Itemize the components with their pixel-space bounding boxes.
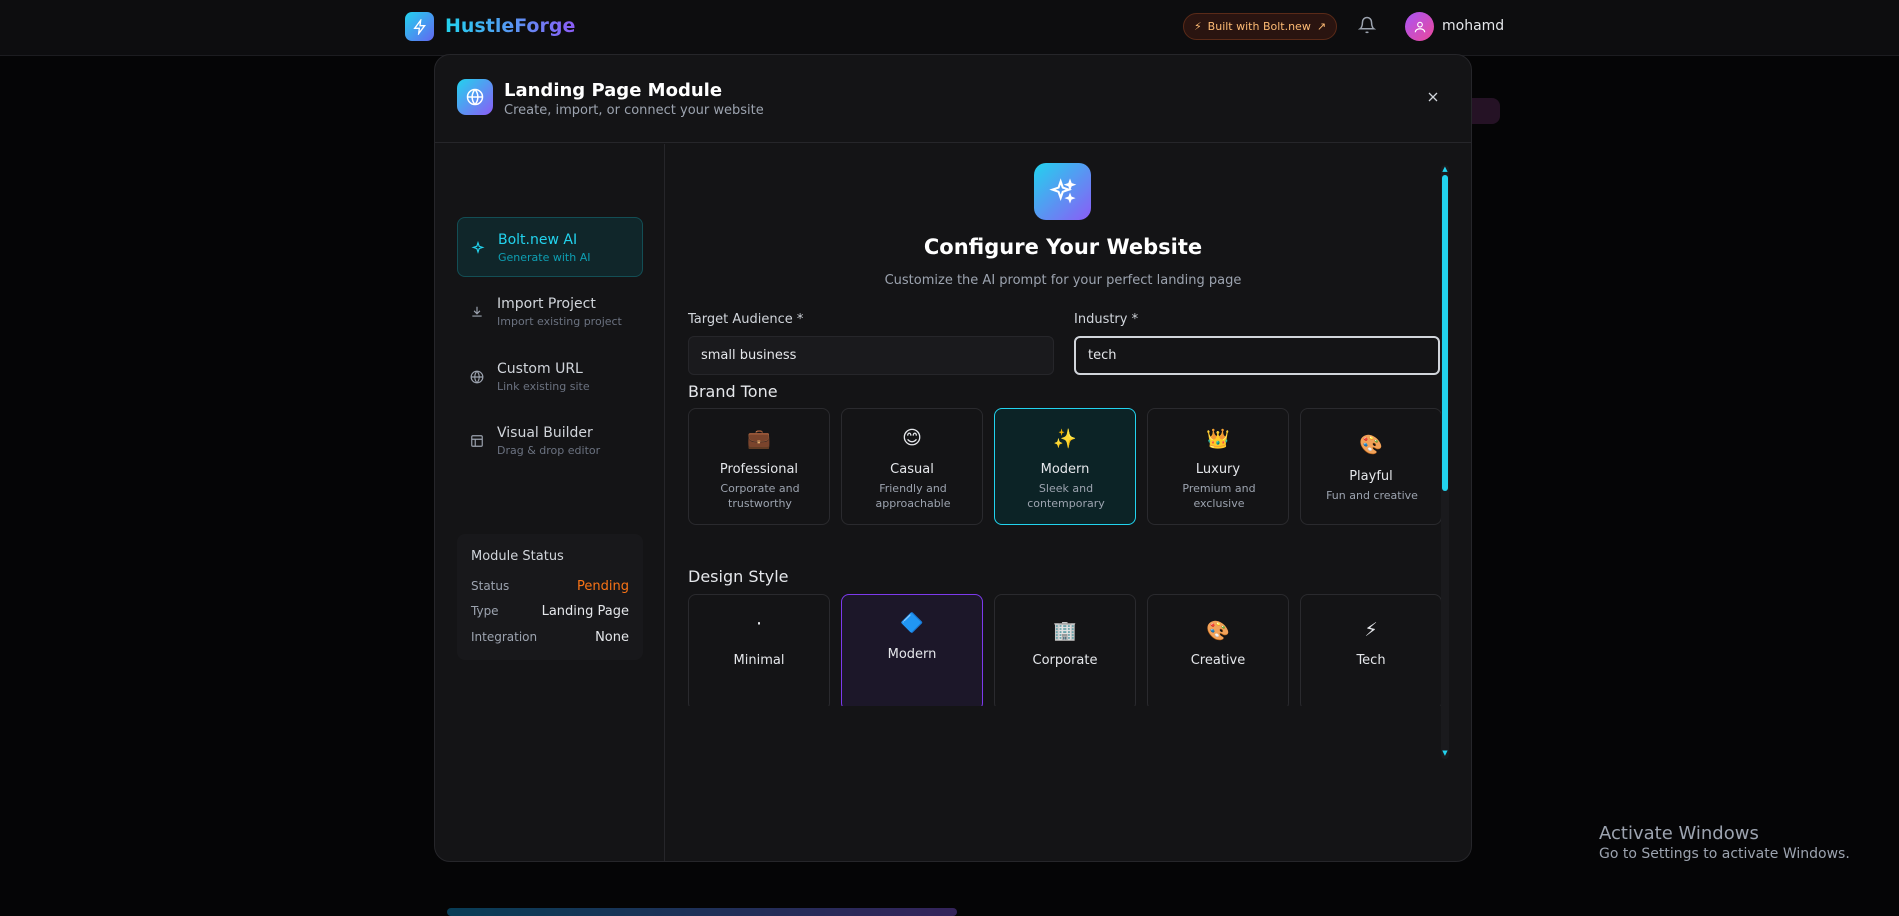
configure-panel: Configure Your Website Customize the AI …	[666, 144, 1471, 706]
smile-icon: 😊	[902, 427, 922, 449]
avatar[interactable]	[1405, 12, 1434, 41]
tone-label: Luxury	[1195, 462, 1241, 477]
sidebar-item-bolt-ai[interactable]: Bolt.new AI Generate with AI	[457, 217, 643, 277]
diamond-icon: 🔷	[900, 612, 924, 634]
industry-input[interactable]	[1074, 336, 1440, 375]
tone-label: Professional	[719, 462, 799, 477]
globe-icon	[457, 79, 493, 115]
external-link-icon: ↗	[1316, 20, 1327, 33]
sidebar-item-label: Custom URL	[497, 361, 583, 377]
sidebar-item-visual-builder[interactable]: Visual Builder Drag & drop editor	[457, 411, 643, 471]
integration-key: Integration	[471, 630, 538, 644]
design-style-title: Design Style	[688, 567, 789, 586]
style-label: Corporate	[1032, 653, 1098, 668]
target-audience-input[interactable]	[688, 336, 1054, 375]
content-scrollbar[interactable]: ▲ ▼	[1441, 165, 1449, 759]
style-label: Tech	[1356, 653, 1386, 668]
background-progress	[447, 908, 957, 916]
industry-label: Industry *	[1074, 312, 1139, 327]
palette-icon: 🎨	[1359, 434, 1383, 456]
page-title: Configure Your Website	[923, 235, 1203, 259]
lightning-icon: ⚡	[1364, 619, 1378, 641]
tone-desc: Premium and exclusive	[1182, 482, 1256, 510]
building-icon: 🏢	[1053, 620, 1077, 642]
download-icon	[469, 304, 485, 320]
tone-desc: Fun and creative	[1326, 489, 1418, 502]
sparkles-icon	[1034, 163, 1091, 220]
crown-icon: 👑	[1206, 428, 1230, 450]
bell-icon[interactable]	[1357, 16, 1377, 38]
tone-desc: Corporate and trustworthy	[720, 482, 800, 510]
tone-option-luxury[interactable]: 👑 Luxury Premium and exclusive	[1147, 408, 1289, 525]
sparkles-icon	[470, 240, 486, 256]
page-subtitle: Customize the AI prompt for your perfect…	[884, 273, 1242, 288]
tone-label: Casual	[890, 462, 934, 477]
scroll-up-arrow-icon[interactable]: ▲	[1441, 165, 1449, 173]
status-key: Status	[471, 579, 510, 593]
tone-option-professional[interactable]: 💼 Professional Corporate and trustworthy	[688, 408, 830, 525]
tone-label: Modern	[1040, 462, 1090, 477]
brand-tone-title: Brand Tone	[688, 382, 778, 401]
sidebar-item-label: Import Project	[497, 296, 596, 312]
top-navbar: HustleForge ⚡ Built with Bolt.new ↗ moha…	[0, 0, 1899, 56]
modal-header: Landing Page Module Create, import, or c…	[435, 55, 1471, 143]
sidebar-item-desc: Generate with AI	[498, 251, 591, 264]
tone-option-playful[interactable]: 🎨 Playful Fun and creative	[1300, 408, 1442, 525]
username[interactable]: mohamd	[1442, 18, 1504, 34]
logo-bolt-icon[interactable]	[405, 12, 434, 41]
modal-subtitle: Create, import, or connect your website	[504, 103, 764, 118]
sidebar-item-custom-url[interactable]: Custom URL Link existing site	[457, 347, 643, 407]
sidebar-item-desc: Link existing site	[497, 380, 590, 393]
style-option-creative[interactable]: 🎨 Creative	[1147, 594, 1289, 706]
style-option-corporate[interactable]: 🏢 Corporate	[994, 594, 1136, 706]
palette-icon: 🎨	[1206, 620, 1230, 642]
module-status-title: Module Status	[471, 549, 564, 564]
style-option-minimal[interactable]: · Minimal	[688, 594, 830, 706]
close-icon[interactable]	[1425, 89, 1441, 105]
watermark-title: Activate Windows	[1599, 823, 1759, 844]
sparkles-icon: ✨	[1053, 428, 1077, 450]
sidebar-item-label: Bolt.new AI	[498, 232, 578, 248]
app-name[interactable]: HustleForge	[445, 15, 575, 37]
modal-title: Landing Page Module	[504, 80, 723, 101]
scroll-thumb[interactable]	[1442, 175, 1448, 491]
tone-label: Playful	[1349, 469, 1393, 484]
watermark-subtitle: Go to Settings to activate Windows.	[1599, 846, 1850, 862]
tone-option-modern[interactable]: ✨ Modern Sleek and contemporary	[994, 408, 1136, 525]
tone-desc: Sleek and contemporary	[1027, 482, 1105, 510]
windows-activation-watermark: Activate Windows Go to Settings to activ…	[1599, 823, 1850, 862]
style-label: Modern	[887, 647, 937, 662]
scroll-down-arrow-icon[interactable]: ▼	[1441, 749, 1449, 757]
sidebar-item-desc: Import existing project	[497, 315, 622, 328]
bolt-icon: ⚡	[1193, 20, 1202, 33]
status-badge: Pending	[577, 579, 629, 594]
sidebar-item-desc: Drag & drop editor	[497, 444, 601, 457]
sidebar-item-label: Visual Builder	[497, 425, 593, 441]
target-audience-label: Target Audience *	[688, 312, 804, 327]
style-label: Creative	[1190, 653, 1246, 668]
built-with-bolt-link[interactable]: ⚡ Built with Bolt.new ↗	[1183, 13, 1337, 40]
built-with-label: Built with Bolt.new	[1207, 20, 1311, 33]
dot-icon: ·	[755, 613, 763, 635]
briefcase-icon: 💼	[747, 428, 771, 450]
layout-icon	[469, 433, 485, 449]
style-label: Minimal	[733, 653, 785, 668]
style-option-modern[interactable]: 🔷 Modern	[841, 594, 983, 706]
module-status-card: Module Status Status Pending Type Landin…	[457, 534, 643, 660]
sidebar-item-import-project[interactable]: Import Project Import existing project	[457, 282, 643, 342]
tone-desc: Friendly and approachable	[875, 482, 951, 510]
type-row: Type Landing Page	[471, 604, 629, 619]
landing-page-modal: Landing Page Module Create, import, or c…	[434, 54, 1472, 862]
tone-option-casual[interactable]: 😊 Casual Friendly and approachable	[841, 408, 983, 525]
integration-row: Integration None	[471, 630, 629, 645]
globe-icon	[469, 369, 485, 385]
integration-value: None	[595, 630, 629, 645]
status-row: Status Pending	[471, 579, 629, 594]
style-option-tech[interactable]: ⚡ Tech	[1300, 594, 1442, 706]
type-value: Landing Page	[541, 604, 629, 619]
type-key: Type	[471, 604, 499, 618]
modal-sidebar: Bolt.new AI Generate with AI Import Proj…	[435, 144, 665, 861]
